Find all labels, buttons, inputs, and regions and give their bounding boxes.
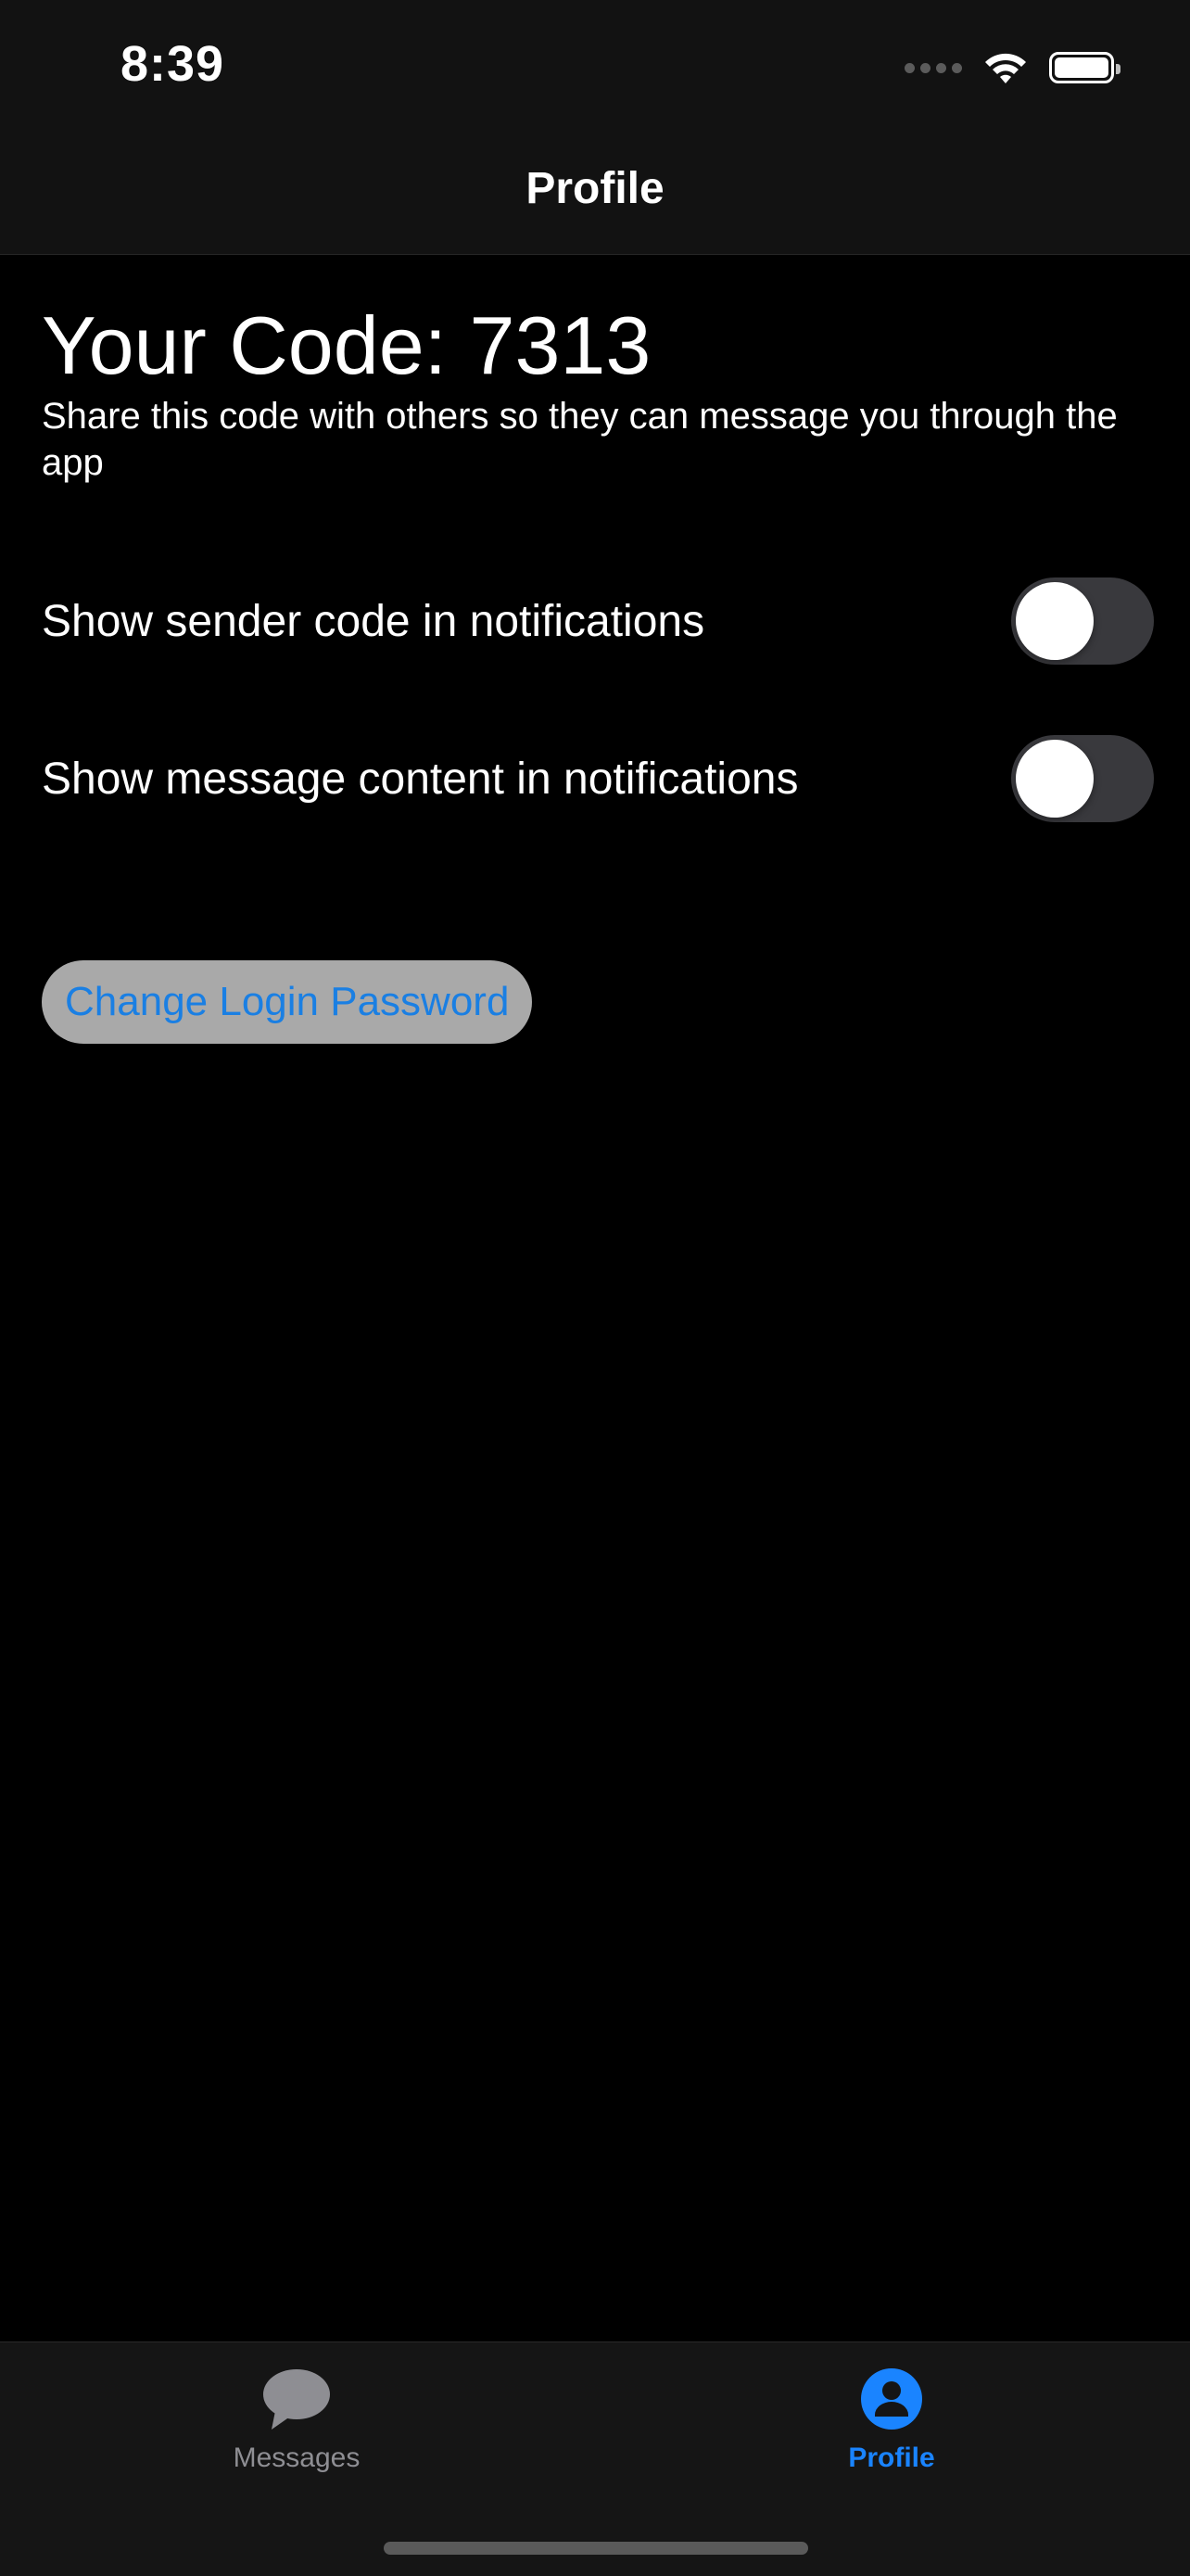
tab-profile[interactable]: Profile (753, 2367, 1031, 2474)
tab-bar: Messages Profile (0, 2341, 1190, 2576)
page-title: Profile (525, 164, 665, 213)
user-code-heading: Your Code: 7313 (42, 299, 652, 391)
person-circle-icon (861, 2368, 922, 2430)
status-icons (905, 44, 1120, 91)
sender-code-toggle[interactable] (1011, 577, 1154, 665)
setting-label-sender-code: Show sender code in notifications (42, 596, 705, 646)
status-time: 8:39 (120, 36, 225, 92)
toggle-knob (1016, 582, 1094, 660)
chat-bubble-icon (263, 2369, 330, 2430)
home-indicator (384, 2542, 808, 2555)
setting-row-message-content: Show message content in notifications (42, 734, 1154, 823)
wifi-icon (985, 53, 1026, 83)
tab-label-messages: Messages (233, 2443, 361, 2473)
user-code-description: Share this code with others so they can … (42, 396, 1118, 483)
battery-icon (1049, 52, 1120, 83)
tab-label-profile: Profile (848, 2443, 935, 2473)
toggle-knob (1016, 740, 1094, 818)
cellular-signal-icon (905, 62, 962, 73)
top-bar: 8:39 Profile (0, 0, 1190, 255)
setting-row-sender-code: Show sender code in notifications (42, 577, 1154, 666)
message-content-toggle[interactable] (1011, 735, 1154, 822)
setting-label-message-content: Show message content in notifications (42, 754, 799, 804)
change-password-button[interactable]: Change Login Password (42, 960, 533, 1044)
tab-messages[interactable]: Messages (158, 2367, 436, 2474)
